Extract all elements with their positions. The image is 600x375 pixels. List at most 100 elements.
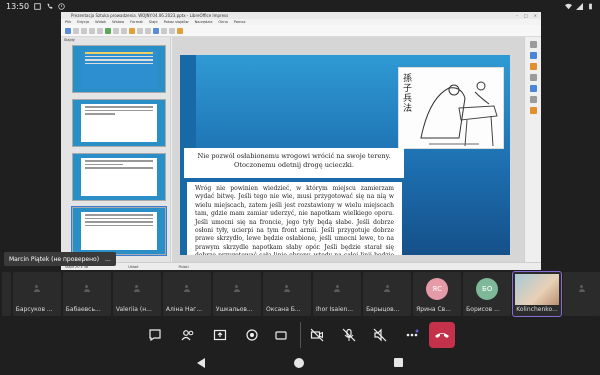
menu-item[interactable]: Edycja [77,20,89,24]
menu-item[interactable]: Slajd [149,20,158,24]
participant-name: Борисов ... [466,306,500,313]
styles-icon[interactable] [530,85,537,92]
end-call-button[interactable] [429,322,455,348]
participant-tile[interactable]: Ihor Isaien... [313,272,362,316]
controls-divider [300,322,301,348]
more-options-icon[interactable]: ... [105,256,111,263]
mic-off-icon[interactable] [340,326,358,344]
hang-up-icon [435,333,449,338]
undo-icon[interactable] [105,27,111,34]
participant-name: Аліна Наг... [165,306,203,313]
slide-body-text: Wróg nie powinien wiedzieć, w którym mie… [187,182,402,255]
participant-tile[interactable]: Бабаевсь... [62,272,111,316]
redo-icon[interactable] [113,27,119,34]
slide-transition-icon[interactable] [530,52,537,59]
participant-tile[interactable]: Барыцов... [363,272,412,316]
person-placeholder-icon [83,285,90,292]
avatar: ЯС [426,278,449,300]
wifi-icon [565,3,572,9]
people-icon[interactable] [179,326,197,344]
person-placeholder-icon [384,285,391,292]
alert-icon [58,2,65,10]
line-icon[interactable] [169,27,175,34]
participant-tile[interactable]: Valeriia (н... [112,272,161,316]
slide-editor[interactable]: 孫 子 兵 法 Nie pozwól osłabionemu wrogowi w… [172,37,524,262]
print-icon[interactable] [97,27,103,34]
shape-icon[interactable] [161,27,167,34]
image-icon[interactable] [137,27,143,34]
share-icon[interactable] [211,326,229,344]
home-icon[interactable] [294,358,304,368]
properties-icon[interactable] [530,41,537,48]
battery-icon [589,3,592,9]
slide-thumbnail[interactable] [72,99,166,147]
minimize-icon[interactable]: – [516,13,518,18]
avatar: БО [476,278,499,300]
menu-item[interactable]: Pokaz slajdów [164,20,189,24]
breakout-icon[interactable] [243,326,261,344]
participant-tile[interactable]: ЯС Ярина Св... [413,272,462,316]
animation-icon[interactable] [530,63,537,70]
shared-screen[interactable]: Prezentacja Sztuka prowadzenia. WOJNY.04… [61,12,541,270]
menu-item[interactable]: Widok [95,20,106,24]
toolbar [61,25,541,37]
menu-item[interactable]: Narzędzia [195,20,213,24]
slides-pane: Slajdy [61,37,171,262]
participant-name: Оксана Б... [265,306,301,313]
person-placeholder-icon [578,285,585,292]
speaker-off-icon[interactable] [371,326,389,344]
participant-tile[interactable] [563,272,600,316]
participant-tile[interactable]: Оксана Б... [262,272,312,316]
table-icon[interactable] [129,27,135,34]
slide-caption: Nie pozwól osłabionemu wrogowi wrócić na… [184,148,404,178]
status-bar: 13:50 [0,0,600,12]
participant-name: Ярина Св... [416,306,451,313]
layout-label: Układ [128,264,139,269]
ink-figures-illustration [420,81,498,147]
more-icon[interactable] [403,326,421,344]
slide-thumbnail[interactable] [72,45,166,93]
participant-tile[interactable]: БО Борисов ... [463,272,512,316]
window-title: Prezentacja Sztuka prowadzenia. WOJNY.04… [71,13,229,18]
person-placeholder-icon [183,285,190,292]
more-actions-icon[interactable] [272,326,290,344]
recents-icon[interactable] [394,358,403,367]
participant-tile[interactable] [2,272,11,316]
person-placeholder-icon [283,285,290,292]
master-slides-icon[interactable] [530,74,537,81]
slide-thumbnail[interactable] [72,153,166,201]
current-slide[interactable]: 孫 子 兵 法 Nie pozwól osłabionemu wrogowi w… [180,55,510,255]
export-icon[interactable] [89,27,95,34]
slide-thumbnail-selected[interactable] [71,206,167,256]
person-placeholder-icon [233,285,240,292]
gallery-icon [34,2,41,10]
ink-painting-image: 孫 子 兵 法 [398,67,504,149]
participant-tile[interactable]: Барсуков ... [12,272,61,316]
participants-strip: Барсуков ... Бабаевсь... Valeriia (н... … [0,271,600,317]
participant-tile[interactable]: Аліна Наг... [162,272,211,316]
participant-tile-active[interactable]: Kolinchenko... [512,271,563,317]
participant-name: Бабаевсь... [65,306,101,313]
menu-item[interactable]: Format [130,20,143,24]
menu-item[interactable]: Pomoc [234,20,246,24]
teams-meeting-screen: 13:50 Prezentacja Sztuka prowadzenia. WO… [0,0,600,375]
textbox-icon[interactable] [153,27,159,34]
menu-item[interactable]: Wstaw [112,20,124,24]
chat-icon[interactable] [146,326,164,344]
open-icon[interactable] [73,27,79,34]
save-icon[interactable] [81,27,87,34]
navigator-icon[interactable] [530,107,537,114]
presenter-label[interactable]: Marcin Piątek (не проверено) ... [4,252,116,266]
gallery-icon[interactable] [530,96,537,103]
camera-off-icon[interactable] [308,326,326,344]
participant-tile[interactable]: Ушкальов... [212,272,261,316]
spellcheck-icon[interactable] [121,27,127,34]
menu-item[interactable]: Okno [218,20,227,24]
maximize-icon[interactable]: □ [524,13,528,18]
menu-item[interactable]: Plik [65,20,71,24]
back-icon[interactable] [197,358,205,368]
presentation-icon[interactable] [177,27,183,34]
new-icon[interactable] [65,27,71,34]
close-icon[interactable]: × [534,13,537,18]
chart-icon[interactable] [145,27,151,34]
